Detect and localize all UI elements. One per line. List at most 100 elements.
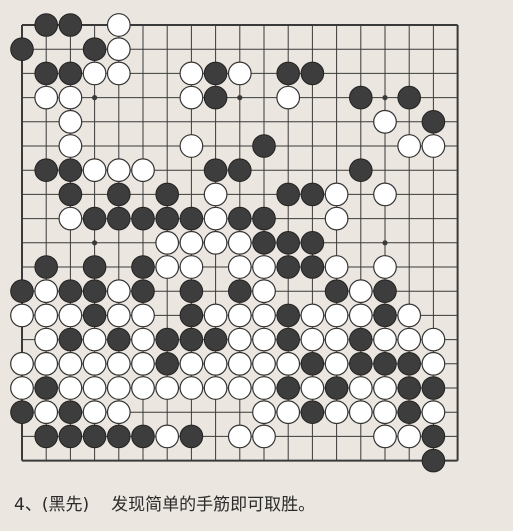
black-stone bbox=[131, 279, 155, 304]
white-stone bbox=[421, 327, 446, 352]
white-stone bbox=[276, 351, 301, 376]
white-stone bbox=[227, 230, 252, 255]
black-stone bbox=[276, 182, 301, 207]
white-stone bbox=[34, 351, 59, 376]
black-stone bbox=[58, 182, 83, 207]
white-stone bbox=[82, 400, 107, 425]
black-stone bbox=[300, 61, 325, 86]
white-stone bbox=[82, 351, 107, 376]
star-point bbox=[382, 95, 388, 101]
white-stone bbox=[373, 109, 397, 134]
white-stone bbox=[397, 134, 422, 158]
black-stone bbox=[324, 376, 349, 400]
black-stone bbox=[421, 424, 446, 449]
black-stone bbox=[82, 303, 107, 328]
white-stone bbox=[58, 376, 83, 400]
white-stone bbox=[106, 13, 131, 37]
black-stone bbox=[397, 400, 422, 425]
white-stone bbox=[179, 61, 204, 86]
white-stone bbox=[276, 85, 301, 110]
white-stone bbox=[179, 85, 204, 110]
black-stone bbox=[82, 279, 107, 304]
white-stone bbox=[155, 255, 180, 279]
black-stone bbox=[34, 255, 59, 279]
go-board-area bbox=[0, 0, 513, 492]
white-stone bbox=[34, 279, 59, 304]
black-stone bbox=[82, 424, 107, 449]
white-stone bbox=[397, 424, 422, 449]
star-point bbox=[92, 240, 98, 246]
black-stone bbox=[131, 424, 155, 449]
black-stone bbox=[421, 376, 446, 400]
white-stone bbox=[155, 376, 180, 400]
white-stone bbox=[348, 303, 373, 328]
white-stone bbox=[203, 376, 228, 400]
black-stone bbox=[300, 352, 325, 376]
white-stone bbox=[10, 376, 34, 400]
white-stone bbox=[155, 230, 180, 255]
white-stone bbox=[324, 327, 349, 352]
white-stone bbox=[106, 61, 131, 86]
black-stone bbox=[179, 303, 204, 328]
white-stone bbox=[106, 37, 131, 62]
white-stone bbox=[252, 400, 276, 425]
black-stone bbox=[179, 206, 204, 231]
black-stone bbox=[58, 400, 83, 425]
white-stone bbox=[106, 279, 131, 304]
black-stone bbox=[58, 13, 83, 37]
black-stone bbox=[252, 206, 276, 231]
white-stone bbox=[252, 303, 276, 328]
black-stone bbox=[373, 303, 397, 328]
white-stone bbox=[179, 134, 204, 158]
black-stone bbox=[203, 158, 228, 182]
white-stone bbox=[203, 303, 228, 328]
black-stone bbox=[397, 352, 422, 376]
black-stone bbox=[397, 85, 422, 110]
white-stone bbox=[58, 206, 83, 231]
black-stone bbox=[203, 327, 228, 352]
white-stone bbox=[300, 376, 325, 400]
white-stone bbox=[397, 303, 422, 328]
white-stone bbox=[179, 230, 204, 255]
black-stone bbox=[252, 134, 276, 158]
white-stone bbox=[203, 351, 228, 376]
black-stone bbox=[107, 206, 131, 231]
go-board[interactable] bbox=[0, 0, 513, 492]
white-stone bbox=[58, 134, 83, 158]
black-stone bbox=[34, 376, 59, 400]
white-stone bbox=[179, 351, 204, 376]
black-stone bbox=[131, 206, 155, 231]
white-stone bbox=[300, 303, 325, 328]
white-stone bbox=[155, 424, 180, 449]
white-stone bbox=[348, 400, 373, 425]
white-stone bbox=[252, 255, 276, 279]
black-stone bbox=[373, 352, 397, 376]
black-stone bbox=[276, 303, 301, 328]
black-stone bbox=[155, 206, 179, 231]
white-stone bbox=[397, 327, 422, 352]
black-stone bbox=[276, 255, 301, 279]
black-stone bbox=[349, 352, 373, 376]
white-stone bbox=[58, 109, 83, 134]
star-point bbox=[237, 95, 243, 101]
white-stone bbox=[131, 327, 155, 352]
white-stone bbox=[373, 424, 397, 449]
black-stone bbox=[203, 61, 228, 86]
black-stone bbox=[203, 85, 228, 110]
white-stone bbox=[131, 303, 155, 328]
white-stone bbox=[373, 182, 397, 207]
black-stone bbox=[107, 182, 131, 207]
white-stone bbox=[106, 400, 131, 425]
black-stone bbox=[155, 182, 179, 207]
white-stone bbox=[252, 279, 276, 304]
white-stone bbox=[82, 61, 107, 86]
black-stone bbox=[10, 279, 34, 304]
white-stone bbox=[421, 134, 446, 158]
white-stone bbox=[58, 351, 83, 376]
white-stone bbox=[252, 327, 276, 352]
black-stone bbox=[107, 424, 131, 449]
black-stone bbox=[228, 206, 252, 231]
white-stone bbox=[227, 303, 252, 328]
black-stone bbox=[34, 61, 59, 86]
black-stone bbox=[58, 61, 83, 86]
